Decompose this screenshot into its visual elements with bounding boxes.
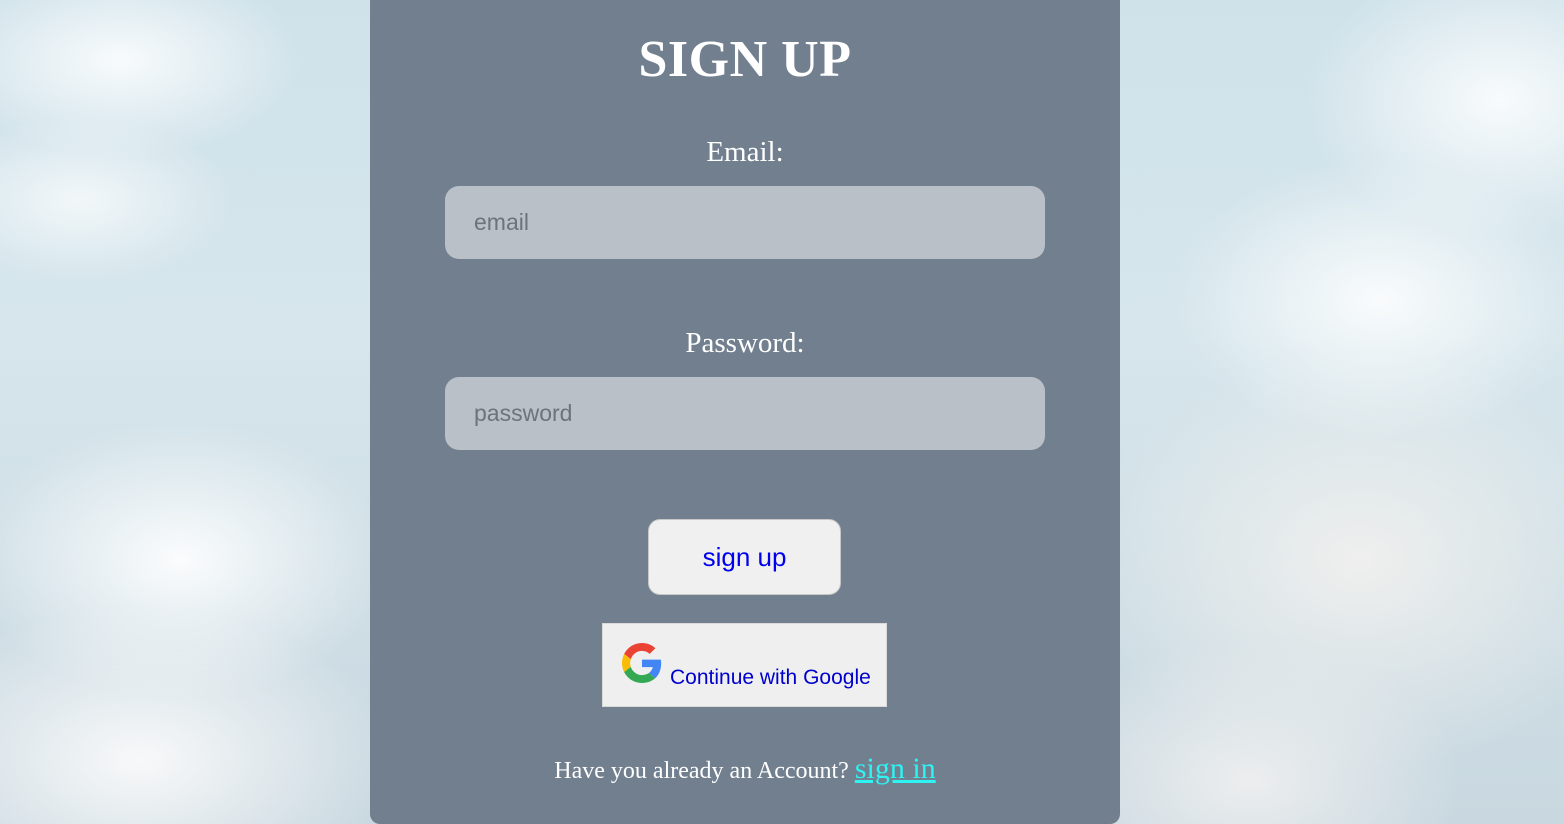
google-button-label: Continue with Google (670, 666, 871, 689)
password-label: Password: (685, 327, 805, 359)
sign-in-link[interactable]: sign in (855, 752, 936, 785)
email-label: Email: (706, 136, 784, 168)
google-g-icon (622, 643, 662, 683)
sign-in-prompt: Have you already an Account? sign in (370, 752, 1120, 786)
continue-with-google-button[interactable]: Continue with Google (602, 623, 887, 707)
signup-card: SIGN UP Email: Password: sign up Continu… (370, 0, 1120, 824)
page-title: SIGN UP (638, 31, 852, 88)
sign-in-prompt-text: Have you already an Account? (554, 758, 849, 784)
sign-up-button[interactable]: sign up (648, 519, 841, 595)
email-input[interactable] (445, 186, 1045, 259)
password-input[interactable] (445, 377, 1045, 450)
